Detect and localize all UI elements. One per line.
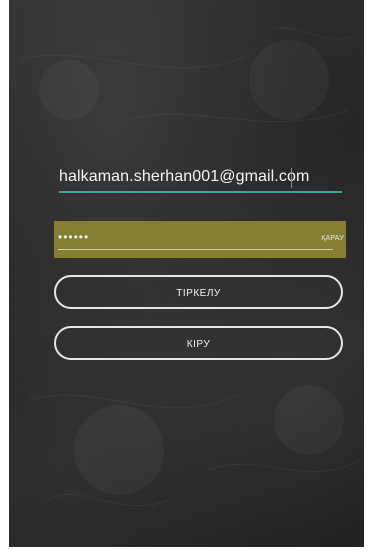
register-button[interactable]: ТІРКЕЛУ (54, 275, 343, 309)
chalkboard-texture (18, 27, 360, 507)
password-value: •••••• (58, 230, 90, 244)
text-cursor (291, 168, 292, 188)
email-value: halkaman.sherhan001@gmail.com (59, 168, 310, 185)
login-button[interactable]: КІРУ (54, 326, 343, 360)
show-password-toggle[interactable]: ҚАРАУ (321, 235, 344, 242)
email-field[interactable]: halkaman.sherhan001@gmail.com (59, 167, 342, 193)
password-underline (58, 249, 333, 250)
app-screen: halkaman.sherhan001@gmail.com •••••• ҚАР… (9, 0, 364, 547)
password-field[interactable]: •••••• ҚАРАУ (54, 221, 346, 258)
